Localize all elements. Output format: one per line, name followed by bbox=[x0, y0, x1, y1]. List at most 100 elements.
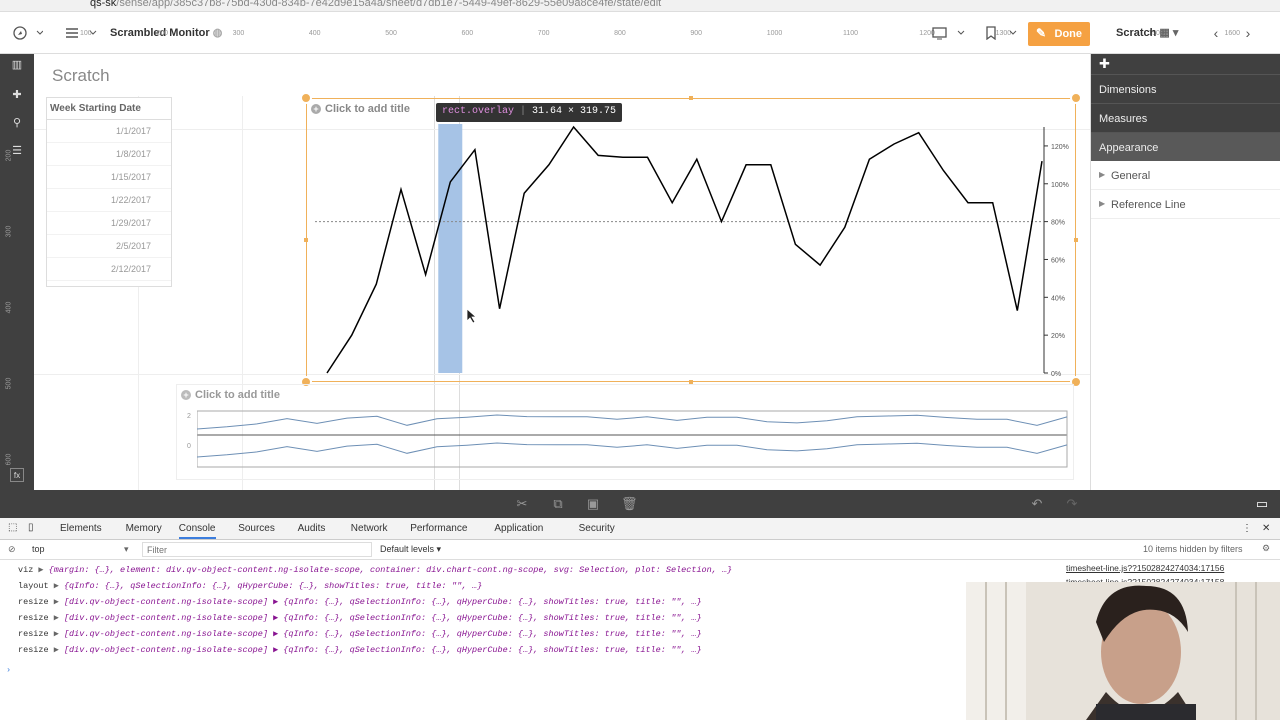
done-button[interactable]: ✎ Done bbox=[1028, 22, 1090, 46]
context-select[interactable]: top ▾ bbox=[32, 544, 132, 554]
properties-panel: ✚ Dimensions Measures Appearance ▶ General ▶… bbox=[1090, 54, 1280, 490]
console-line-label: resize bbox=[18, 645, 49, 655]
monitor-icon bbox=[932, 27, 965, 40]
devtools-tab-console[interactable]: Console bbox=[178, 523, 216, 539]
plus-icon: + bbox=[181, 390, 191, 400]
previous-sheet-button[interactable]: ‹ bbox=[1206, 21, 1226, 45]
console-settings-icon[interactable]: ⚙ bbox=[1262, 543, 1270, 554]
console-line-label: resize bbox=[18, 613, 49, 623]
filter-row[interactable]: 1/29/2017 bbox=[47, 212, 171, 235]
paste-icon[interactable]: ▣ bbox=[585, 496, 601, 512]
chart-plot[interactable]: 0% 20% 40% 60% 80% 100% 120% bbox=[307, 99, 1077, 383]
clear-console-icon[interactable]: ⊘ bbox=[8, 544, 16, 555]
console-line-body: [div.qv-object-content.ng-isolate-scope]… bbox=[63, 629, 702, 639]
link-icon[interactable]: ⚲ bbox=[10, 116, 24, 130]
mini-selector-line bbox=[197, 442, 1068, 458]
mini-chart-plot bbox=[197, 410, 1068, 468]
assets-rail: ▥ ✚ ⚲ ☰ fx 200 300 400 500 600 bbox=[0, 54, 34, 490]
inspect-icon[interactable]: ⬚ bbox=[8, 522, 17, 533]
ruler-tick: 700 bbox=[537, 30, 550, 37]
cut-icon[interactable]: ✂ bbox=[514, 496, 530, 512]
left-ruler-tick: 400 bbox=[5, 301, 13, 314]
props-section-appearance[interactable]: Appearance bbox=[1091, 132, 1280, 161]
redo-icon[interactable]: ↷ bbox=[1064, 496, 1080, 512]
extensions-icon[interactable]: ✚ bbox=[10, 88, 24, 102]
browser-url-bar[interactable]: qs-sk/sense/app/385c37b8-75bd-430d-834b-… bbox=[0, 0, 1280, 12]
tooltip-tag: rect.overlay bbox=[442, 106, 515, 117]
mini-chart-object[interactable]: + Click to add title 2 0 bbox=[176, 384, 1074, 480]
props-sub-label: Reference Line bbox=[1111, 199, 1186, 211]
devtools-tab-memory[interactable]: Memory bbox=[126, 523, 162, 534]
fields-icon[interactable]: ▥ bbox=[10, 58, 24, 72]
console-line[interactable]: layout ▶ {qInfo: {…}, qSelectionInfo: {…… bbox=[18, 581, 482, 591]
context-value: top bbox=[32, 544, 45, 554]
resize-handle-right[interactable] bbox=[1074, 238, 1078, 242]
bookmark-button[interactable] bbox=[982, 21, 1022, 45]
resize-handle-left[interactable] bbox=[304, 238, 308, 242]
filter-row[interactable]: 1/15/2017 bbox=[47, 166, 171, 189]
filter-row[interactable]: 1/8/2017 bbox=[47, 143, 171, 166]
next-sheet-button[interactable]: › bbox=[1238, 21, 1258, 45]
chevron-right-icon: › bbox=[1245, 25, 1251, 41]
filter-row[interactable]: 2/5/2017 bbox=[47, 235, 171, 258]
devtools-tab-audits[interactable]: Audits bbox=[298, 523, 326, 534]
props-sub-reference-line[interactable]: ▶ Reference Line bbox=[1091, 190, 1280, 219]
devtools-menu-icon[interactable]: ⋮ bbox=[1242, 523, 1252, 534]
line-chart-object[interactable]: + Click to add title 0% 20% 40% 60% 80% 100% 12… bbox=[306, 98, 1076, 382]
done-label: Done bbox=[1054, 28, 1083, 40]
y-tick-label: 60% bbox=[1051, 257, 1065, 264]
resize-handle-top-left[interactable] bbox=[300, 92, 312, 104]
week-filter-pane[interactable]: Week Starting Date 1/1/2017 1/8/2017 1/15/… bbox=[46, 97, 172, 287]
resize-handle-top-right[interactable] bbox=[1070, 92, 1082, 104]
ruler-tick: 200 bbox=[156, 30, 168, 37]
mini-title-text: Click to add title bbox=[195, 389, 280, 401]
devtools-tab-application[interactable]: Application bbox=[494, 523, 543, 534]
toggle-panel-icon[interactable]: ▭ bbox=[1254, 496, 1270, 512]
sheet-menu-label: Scratch bbox=[1116, 27, 1157, 39]
filter-row[interactable]: 1/22/2017 bbox=[47, 189, 171, 212]
fx-icon[interactable]: fx bbox=[10, 468, 24, 482]
filter-row[interactable]: 1/1/2017 bbox=[47, 120, 171, 143]
props-section-dimensions[interactable]: Dimensions bbox=[1091, 74, 1280, 103]
ruler-tick: 600 bbox=[461, 30, 474, 37]
y-tick-label: 0% bbox=[1051, 371, 1061, 378]
caret-right-icon: ▶ bbox=[1099, 170, 1106, 179]
devtools-tab-performance[interactable]: Performance bbox=[410, 523, 467, 534]
console-source-link[interactable]: timesheet-line.js??1502824274034:17156 bbox=[1066, 563, 1224, 573]
ruler-tick: 100 bbox=[80, 30, 92, 37]
copy-icon[interactable]: ⧉ bbox=[550, 496, 566, 512]
devtools-tab-network[interactable]: Network bbox=[351, 523, 388, 534]
left-ruler-tick: 600 bbox=[5, 453, 13, 466]
props-section-measures[interactable]: Measures bbox=[1091, 103, 1280, 132]
console-filter-input[interactable] bbox=[142, 542, 372, 557]
console-prompt[interactable]: › bbox=[6, 665, 11, 675]
delete-icon[interactable]: 🗑 bbox=[621, 496, 638, 512]
hidden-items-note: 10 items hidden by filters bbox=[1143, 544, 1243, 554]
console-line-label: layout bbox=[18, 581, 49, 591]
resize-handle-top[interactable] bbox=[689, 96, 693, 100]
present-button[interactable] bbox=[930, 21, 970, 45]
props-sub-general[interactable]: ▶ General bbox=[1091, 161, 1280, 190]
device-toggle-icon[interactable]: ▯ bbox=[28, 522, 34, 533]
undo-icon[interactable]: ↶ bbox=[1029, 496, 1045, 512]
ruler-tick: 300 bbox=[232, 30, 245, 37]
ruler-tick: 800 bbox=[614, 30, 626, 37]
devtools-tab-elements[interactable]: Elements bbox=[60, 523, 102, 534]
console-line[interactable]: resize ▶ [div.qv-object-content.ng-isola… bbox=[18, 629, 702, 639]
devtools-close-icon[interactable]: ✕ bbox=[1262, 523, 1270, 534]
mini-chart-title-placeholder[interactable]: + Click to add title bbox=[181, 389, 280, 401]
filter-row[interactable]: 2/12/2017 bbox=[47, 258, 171, 281]
console-line[interactable]: resize ▶ [div.qv-object-content.ng-isola… bbox=[18, 597, 702, 607]
sheet-menu[interactable]: Scratch ▦ ▾ bbox=[1116, 26, 1178, 39]
left-ruler-tick: 200 bbox=[5, 149, 13, 162]
url-host: qs-sk bbox=[90, 0, 117, 9]
series-line bbox=[326, 125, 1043, 374]
console-line[interactable]: resize ▶ [div.qv-object-content.ng-isola… bbox=[18, 613, 702, 623]
devtools-tab-sources[interactable]: Sources bbox=[238, 523, 275, 534]
pencil-icon: ✎ bbox=[1036, 26, 1047, 40]
devtools-tab-security[interactable]: Security bbox=[579, 523, 615, 534]
console-line[interactable]: resize ▶ [div.qv-object-content.ng-isola… bbox=[18, 645, 702, 655]
console-line-body: {margin: {…}, element: div.qv-object-con… bbox=[48, 565, 733, 575]
log-levels-select[interactable]: Default levels ▾ bbox=[380, 544, 441, 555]
console-line[interactable]: viz ▶ {margin: {…}, element: div.qv-obje… bbox=[18, 565, 732, 575]
